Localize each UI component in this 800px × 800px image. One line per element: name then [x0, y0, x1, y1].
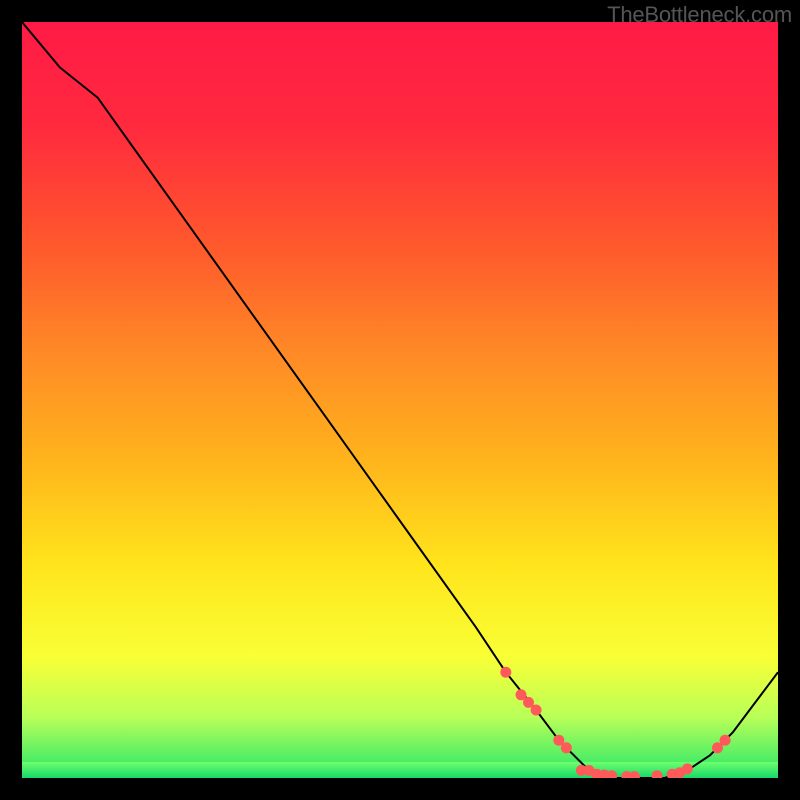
highlight-dot: [501, 667, 511, 677]
highlight-dot: [713, 743, 723, 753]
highlight-dot: [516, 690, 526, 700]
highlight-dot: [629, 772, 639, 779]
highlight-dot: [652, 771, 662, 778]
highlight-dot: [524, 697, 534, 707]
watermark-text: TheBottleneck.com: [607, 2, 792, 28]
highlight-dot: [682, 764, 692, 774]
highlight-dot: [720, 735, 730, 745]
highlight-dot: [531, 705, 541, 715]
highlight-dot: [607, 771, 617, 778]
bottleneck-curve: [22, 22, 778, 778]
highlight-dot: [554, 735, 564, 745]
highlight-dot: [561, 743, 571, 753]
curve-svg: [22, 22, 778, 778]
chart-frame: TheBottleneck.com: [0, 0, 800, 800]
plot-area: [22, 22, 778, 778]
dot-group: [501, 667, 730, 778]
